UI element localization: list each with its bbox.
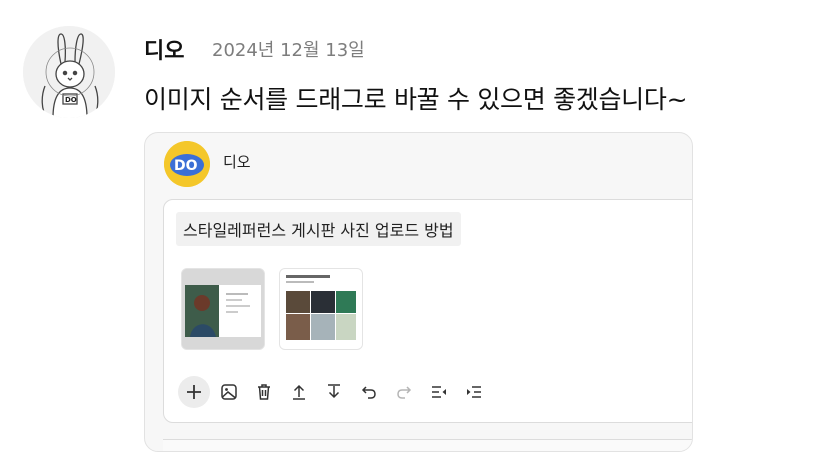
svg-text:DO: DO <box>65 96 77 104</box>
image-thumbnail-2[interactable] <box>279 268 363 350</box>
editor-toolbar <box>178 376 493 408</box>
post-editor[interactable]: 스타일레퍼런스 게시판 사진 업로드 방법 <box>163 199 692 423</box>
trash-icon[interactable] <box>248 376 280 408</box>
rabbit-astronaut-illustration: DO <box>23 26 115 118</box>
thumbnail-image <box>280 269 362 349</box>
attached-screenshot-card[interactable]: DO 디오 스타일레퍼런스 게시판 사진 업로드 방법 <box>144 132 693 452</box>
svg-text:DO: DO <box>174 158 198 174</box>
move-down-icon[interactable] <box>318 376 350 408</box>
image-thumbnail-1[interactable] <box>181 268 265 350</box>
comment-text: 이미지 순서를 드래그로 바꿀 수 있으면 좋겠습니다~ <box>144 85 688 114</box>
user-avatar[interactable]: DO <box>23 26 115 118</box>
redo-icon[interactable] <box>388 376 420 408</box>
do-logo-icon: DO <box>164 141 210 187</box>
thumbnail-image <box>182 269 264 349</box>
editor-title[interactable]: 스타일레퍼런스 게시판 사진 업로드 방법 <box>176 212 461 246</box>
comment-author[interactable]: 디오 <box>144 33 184 65</box>
indent-icon[interactable] <box>458 376 490 408</box>
next-block-edge <box>163 439 692 451</box>
embed-avatar: DO <box>164 141 210 187</box>
undo-icon[interactable] <box>353 376 385 408</box>
move-up-icon[interactable] <box>283 376 315 408</box>
outdent-icon[interactable] <box>423 376 455 408</box>
image-icon[interactable] <box>213 376 245 408</box>
plus-icon[interactable] <box>178 376 210 408</box>
comment-date: 2024년 12월 13일 <box>212 40 365 61</box>
embed-author: 디오 <box>223 153 251 171</box>
